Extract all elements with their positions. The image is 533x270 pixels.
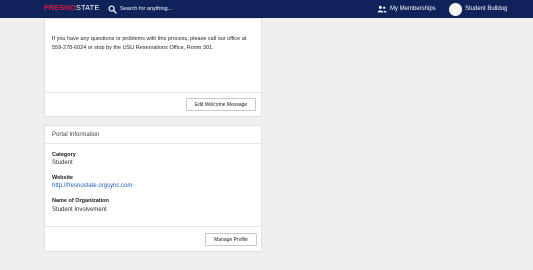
category-value: Student [52,160,73,166]
search-icon[interactable] [108,4,117,14]
manage-profile-button[interactable]: Manage Profile [205,233,257,246]
user-name: Student Bulldog [465,5,508,12]
people-icon [377,5,387,13]
search-bar[interactable]: Search for anything... [108,4,172,14]
card-divider [45,143,261,144]
category-label: Category [52,152,76,158]
logo-fresno-text: FRESNO [44,3,76,12]
organization-name-value: Student Involvement [52,207,107,213]
user-menu[interactable]: Student Bulldog [449,2,507,16]
top-navigation-bar: FRESNOSTATE Search for anything... My Me… [0,0,533,18]
edit-welcome-message-button[interactable]: Edit Welcome Message [186,98,256,111]
card-divider [45,226,261,227]
website-label: Website [52,175,73,181]
my-memberships-button[interactable]: My Memberships [377,4,436,14]
memberships-label: My Memberships [390,5,436,12]
portal-information-title: Portal Information [52,132,100,138]
avatar[interactable] [449,2,462,16]
logo-state-text: STATE [75,3,100,12]
welcome-card: If you have any questions or problems wi… [44,18,262,117]
card-divider [45,92,261,93]
welcome-message: If you have any questions or problems wi… [52,36,247,51]
organization-name-label: Name of Organization [52,198,109,204]
website-link[interactable]: http://fresnostate.orgsync.com [52,182,132,190]
search-input[interactable]: Search for anything... [120,5,172,14]
fresno-state-logo[interactable]: FRESNOSTATE [44,3,99,12]
portal-information-card: Portal Information Category Student Webs… [44,125,262,252]
